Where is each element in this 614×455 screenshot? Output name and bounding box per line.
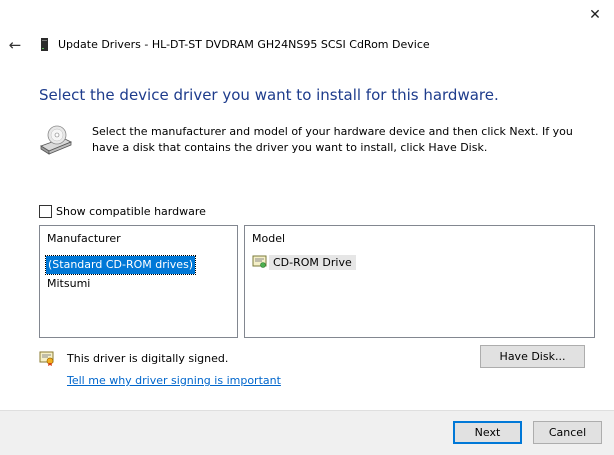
have-disk-button[interactable]: Have Disk...: [480, 345, 585, 368]
instructions-text: Select the manufacturer and model of you…: [92, 125, 573, 154]
back-arrow-icon: ←: [8, 36, 22, 54]
manufacturer-list[interactable]: Manufacturer (Standard CD-ROM drives) Mi…: [39, 225, 238, 338]
have-disk-label: Have Disk...: [499, 350, 566, 363]
manufacturer-item[interactable]: Mitsumi: [41, 275, 237, 293]
show-compatible-checkbox[interactable]: Show compatible hardware: [39, 205, 206, 218]
back-button[interactable]: ←: [6, 36, 24, 54]
model-item-label: CD-ROM Drive: [269, 254, 356, 270]
cd-drive-icon: [40, 125, 72, 155]
next-label: Next: [474, 426, 501, 439]
model-item[interactable]: CD-ROM Drive: [252, 253, 594, 271]
checkbox-box[interactable]: [39, 205, 52, 218]
model-header: Model: [252, 232, 286, 245]
cancel-label: Cancel: [548, 426, 587, 439]
page-heading: Select the device driver you want to ins…: [39, 86, 499, 104]
cancel-button[interactable]: Cancel: [533, 421, 602, 444]
certificate-icon: [39, 351, 54, 366]
close-button[interactable]: ✕: [583, 4, 607, 26]
next-button[interactable]: Next: [453, 421, 522, 444]
show-compatible-label: Show compatible hardware: [56, 205, 206, 218]
driver-certificate-icon: [252, 255, 267, 268]
cd-drive-small-icon: [41, 38, 48, 51]
window-title: Update Drivers - HL-DT-ST DVDRAM GH24NS9…: [58, 38, 430, 51]
manufacturer-item[interactable]: (Standard CD-ROM drives): [44, 255, 197, 275]
signing-status-text: This driver is digitally signed.: [67, 351, 229, 365]
signing-status: This driver is digitally signed.: [39, 350, 228, 366]
close-icon: ✕: [589, 7, 601, 23]
manufacturer-header: Manufacturer: [47, 232, 121, 245]
driver-signing-link[interactable]: Tell me why driver signing is important: [67, 374, 281, 387]
model-list[interactable]: Model CD-ROM Drive: [244, 225, 595, 338]
